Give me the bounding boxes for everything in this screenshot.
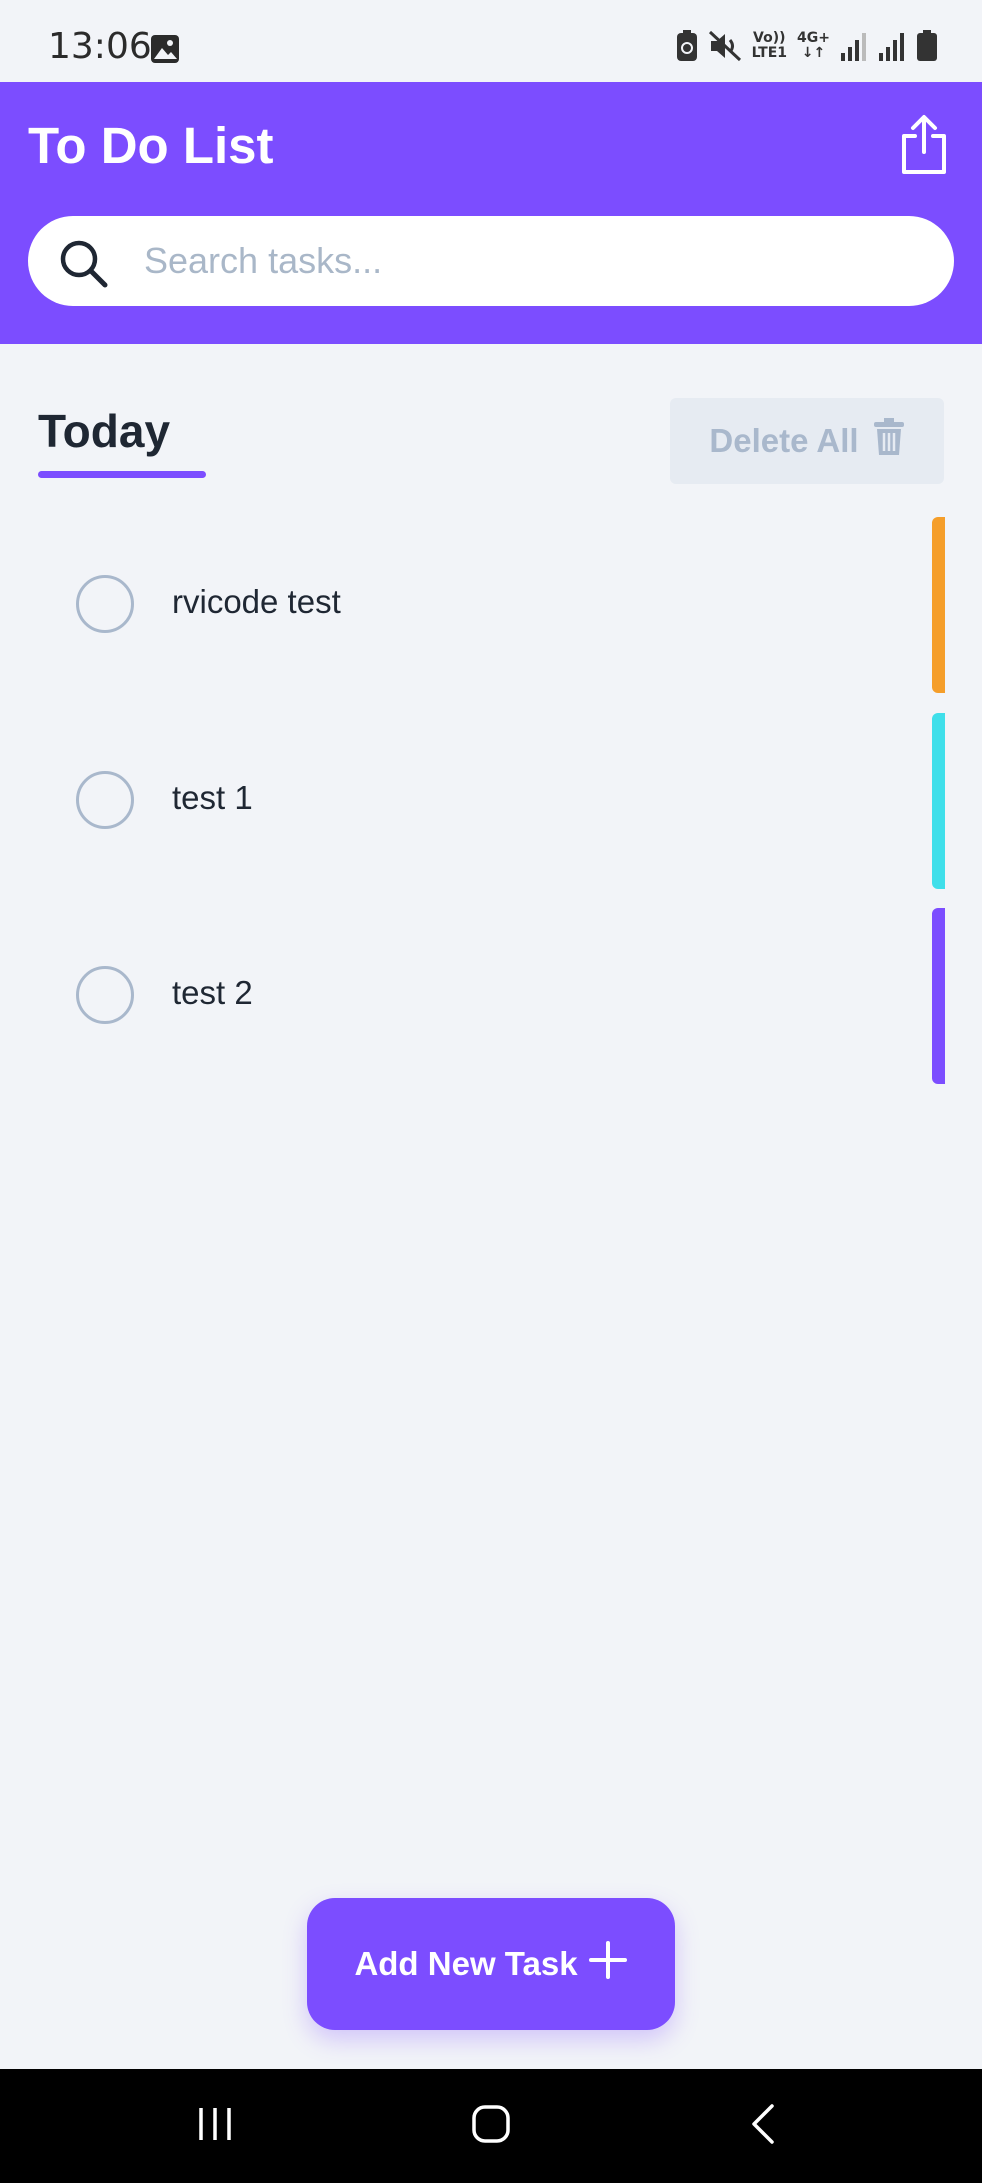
signal-icon <box>840 31 868 61</box>
home-button[interactable] <box>456 2069 526 2183</box>
task-item[interactable]: test 1 <box>0 713 945 889</box>
recents-button[interactable] <box>180 2069 250 2183</box>
volte-label-top: Vo)) <box>753 30 786 46</box>
battery-saver-icon <box>676 30 698 62</box>
status-bar: 13:06 Vo)) LTE1 4G+ ↓↑ <box>0 0 982 82</box>
share-icon <box>896 115 952 180</box>
delete-all-button[interactable]: Delete All <box>670 398 944 484</box>
trash-icon <box>873 418 905 464</box>
task-label: rvicode test <box>172 583 341 620</box>
section-underline <box>38 471 206 478</box>
status-icons: Vo)) LTE1 4G+ ↓↑ <box>676 30 938 62</box>
task-checkbox[interactable] <box>76 966 134 1024</box>
plus-icon <box>588 1940 628 1988</box>
task-label: test 1 <box>172 779 253 816</box>
home-icon <box>471 2104 511 2149</box>
share-button[interactable] <box>896 114 952 176</box>
add-new-task-button[interactable]: Add New Task <box>307 1898 675 2030</box>
task-item[interactable]: rvicode test <box>0 517 945 693</box>
battery-icon <box>916 30 938 62</box>
back-icon <box>748 2103 778 2150</box>
data-arrows-icon: 4G+ ↓↑ <box>797 30 830 61</box>
gallery-icon <box>150 34 180 69</box>
mute-icon <box>708 30 742 62</box>
search-bar[interactable] <box>28 216 954 306</box>
task-color-bar <box>932 908 945 1084</box>
status-time: 13:06 <box>48 26 152 67</box>
task-item[interactable]: test 2 <box>0 908 945 1084</box>
section-title-today: Today <box>38 405 171 457</box>
signal-icon <box>878 31 906 61</box>
volte-label-bottom: LTE1 <box>751 45 788 61</box>
volte-icon: Vo)) LTE1 <box>752 31 787 61</box>
search-icon <box>58 238 110 295</box>
task-color-bar <box>932 517 945 693</box>
task-checkbox[interactable] <box>76 771 134 829</box>
task-checkbox[interactable] <box>76 575 134 633</box>
delete-all-label: Delete All <box>709 422 859 459</box>
page-title: To Do List <box>28 117 274 174</box>
add-new-task-label: Add New Task <box>354 1945 578 1982</box>
back-button[interactable] <box>728 2069 798 2183</box>
task-color-bar <box>932 713 945 889</box>
network-type-label: 4G+ <box>797 30 830 46</box>
task-label: test 2 <box>172 974 253 1011</box>
search-input[interactable] <box>144 216 924 306</box>
recents-icon <box>196 2106 234 2147</box>
app-header: To Do List <box>0 82 982 344</box>
navigation-bar <box>0 2069 982 2183</box>
